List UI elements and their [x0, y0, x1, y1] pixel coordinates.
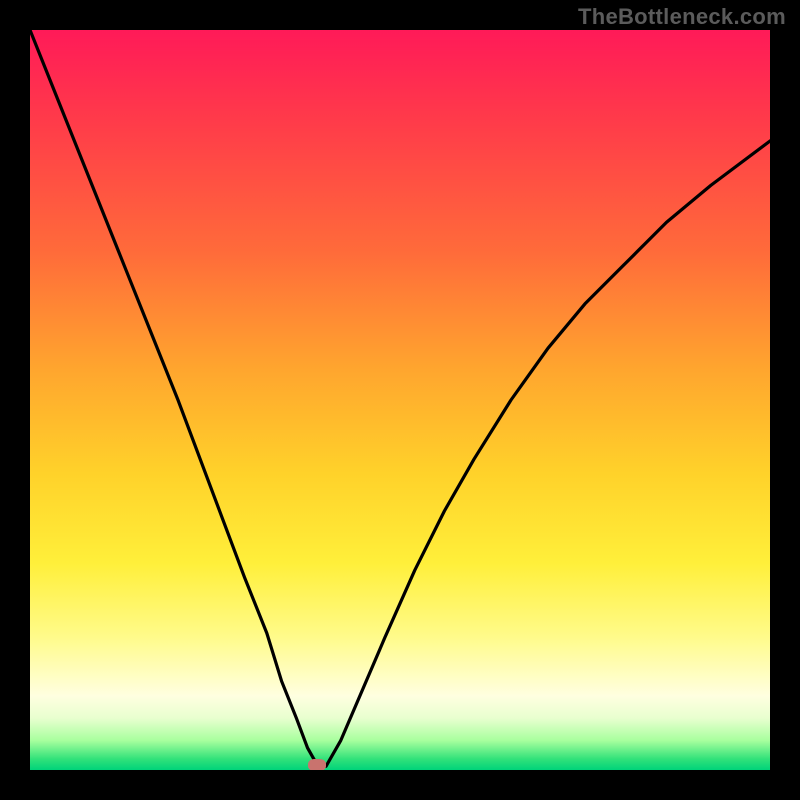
minimum-marker [308, 759, 326, 770]
chart-frame: TheBottleneck.com [0, 0, 800, 800]
curve-path [30, 30, 770, 766]
plot-area [30, 30, 770, 770]
bottleneck-curve [30, 30, 770, 770]
watermark-text: TheBottleneck.com [578, 4, 786, 30]
